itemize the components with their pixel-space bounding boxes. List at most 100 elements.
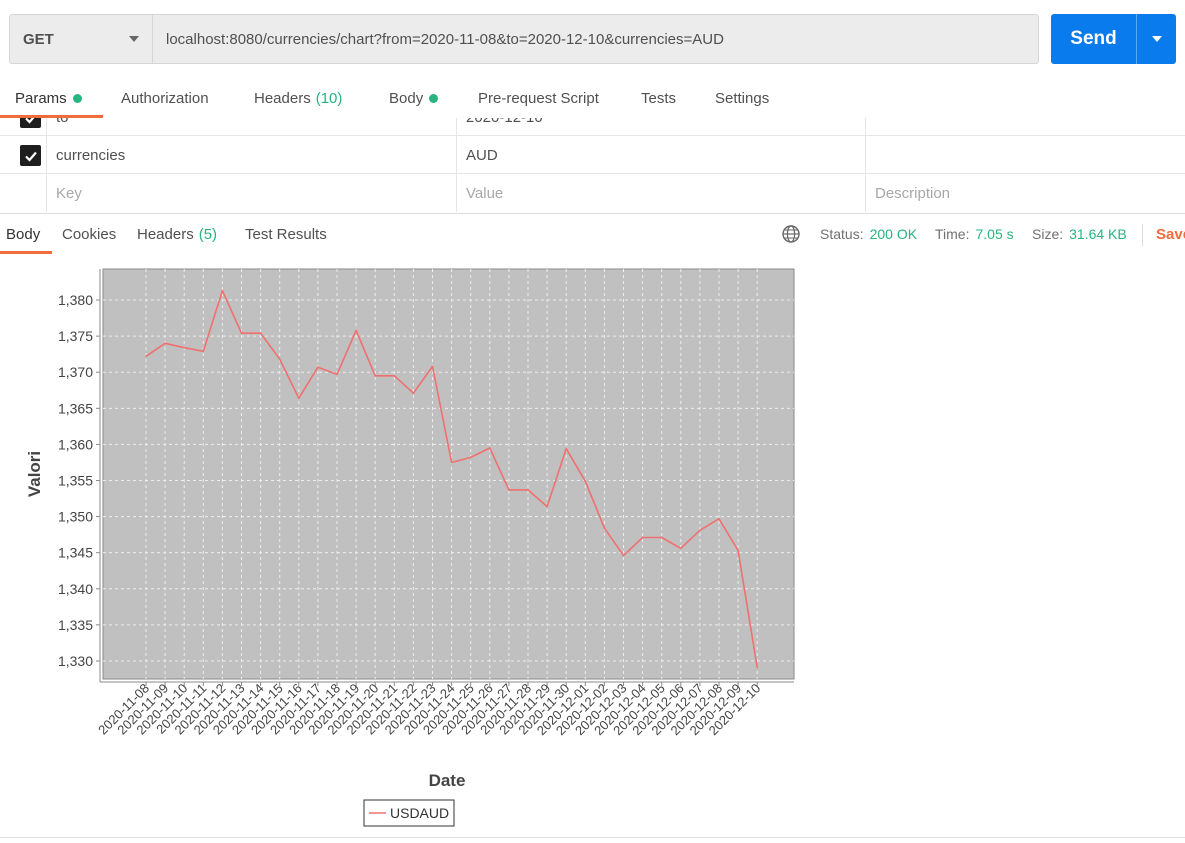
tab-authorization-label: Authorization — [121, 89, 209, 107]
y-tick-label: 1,355 — [58, 472, 93, 488]
data-point — [622, 554, 625, 557]
data-point — [756, 666, 758, 669]
data-point — [431, 365, 434, 368]
data-point — [546, 505, 548, 508]
data-point — [489, 447, 491, 449]
y-tick-label: 1,365 — [58, 400, 93, 416]
request-tabs: Params Authorization Headers (10) Body P… — [0, 78, 1185, 118]
param-description[interactable] — [865, 136, 1185, 174]
value-input[interactable]: Value — [456, 174, 865, 212]
data-point — [145, 355, 147, 358]
param-value[interactable]: AUD — [456, 136, 865, 174]
tab-prerequest-script[interactable]: Pre-request Script — [478, 78, 599, 118]
data-point — [603, 527, 606, 529]
param-checkbox[interactable] — [20, 118, 41, 128]
legend: USDAUD — [363, 799, 455, 827]
size-label: Size: — [1032, 226, 1064, 242]
send-button[interactable]: Send — [1051, 14, 1137, 64]
table-row: to 2020-12-10 — [0, 118, 1185, 136]
response-tab-test-results[interactable]: Test Results — [245, 215, 327, 253]
tab-settings[interactable]: Settings — [715, 78, 769, 118]
data-point — [259, 332, 262, 335]
data-point — [508, 489, 510, 491]
data-point — [660, 536, 663, 539]
chevron-down-icon — [1151, 36, 1162, 42]
tab-authorization[interactable]: Authorization — [121, 78, 209, 118]
tab-headers-count: (10) — [315, 89, 343, 107]
method-select[interactable]: GET — [10, 15, 153, 63]
divider — [1142, 224, 1143, 246]
active-tab-indicator — [0, 251, 52, 254]
y-tick-label: 1,380 — [58, 292, 93, 308]
data-point — [221, 289, 224, 292]
x-axis-label: Date — [429, 771, 466, 790]
y-axis-ticks: 1,330 1,335 1,340 1,345 1,350 1,355 1,360 1,365… — [58, 292, 100, 669]
y-tick-label: 1,360 — [58, 436, 93, 452]
data-point — [469, 456, 472, 459]
active-dot-icon — [429, 93, 439, 103]
legend-label: USDAUD — [390, 805, 449, 821]
divider — [0, 837, 1185, 838]
data-point — [183, 346, 185, 349]
size-info: Size: 31.64 KB — [1032, 215, 1127, 253]
time-value: 7.05 s — [975, 226, 1014, 242]
y-tick-label: 1,370 — [58, 364, 93, 380]
response-tab-test-results-label: Test Results — [245, 225, 327, 243]
y-tick-label: 1,375 — [58, 328, 93, 344]
y-tick-label: 1,340 — [58, 581, 93, 597]
table-row-new: Key Value Description — [0, 174, 1185, 212]
data-point — [317, 366, 319, 368]
response-chart: 1,330 1,335 1,340 1,345 1,350 1,355 1,360 1,365… — [0, 255, 800, 835]
key-input[interactable]: Key — [46, 174, 456, 212]
data-point — [641, 536, 644, 539]
response-tab-cookies-label: Cookies — [62, 225, 117, 243]
tab-headers[interactable]: Headers (10) — [254, 78, 342, 118]
param-key[interactable]: to — [46, 118, 456, 136]
data-point — [699, 529, 701, 532]
tab-settings-label: Settings — [715, 89, 770, 107]
data-point — [450, 461, 453, 464]
tab-tests[interactable]: Tests — [641, 78, 676, 118]
data-point — [164, 342, 166, 345]
time-label: Time: — [935, 226, 970, 242]
send-options-button[interactable] — [1137, 14, 1176, 64]
tab-params[interactable]: Params — [15, 78, 82, 118]
table-row: currencies AUD — [0, 136, 1185, 174]
params-table: to 2020-12-10 currencies AUD Key Value D… — [0, 118, 1185, 214]
data-point — [240, 332, 243, 335]
request-bar: GET — [9, 14, 1039, 64]
response-bar: Body Cookies Headers (5) Test Results St… — [0, 215, 1185, 255]
response-tab-body-label: Body — [6, 225, 41, 243]
data-point — [298, 397, 300, 400]
data-point — [527, 489, 529, 491]
data-point — [393, 375, 396, 377]
response-tab-cookies[interactable]: Cookies — [62, 215, 116, 253]
status-label: Status: — [820, 226, 864, 242]
plot-area — [102, 268, 795, 680]
url-input[interactable] — [153, 15, 1038, 63]
response-tab-body[interactable]: Body — [6, 215, 40, 253]
data-point — [336, 373, 338, 376]
param-description[interactable] — [865, 118, 1185, 136]
param-checkbox[interactable] — [20, 145, 41, 166]
globe-icon[interactable] — [781, 224, 801, 244]
status-info: Status: 200 OK — [820, 215, 917, 253]
save-response-button[interactable]: Save — [1156, 215, 1185, 253]
tab-prerequest-label: Pre-request Script — [478, 89, 599, 107]
param-key[interactable]: currencies — [46, 136, 456, 174]
data-point — [737, 549, 739, 552]
active-dot-icon — [72, 93, 82, 103]
param-value[interactable]: 2020-12-10 — [456, 118, 865, 136]
data-point — [565, 447, 567, 450]
response-tab-headers[interactable]: Headers (5) — [137, 215, 217, 253]
data-point — [718, 517, 720, 520]
description-input[interactable]: Description — [865, 174, 1185, 212]
response-tab-headers-count: (5) — [198, 225, 218, 243]
y-tick-label: 1,335 — [58, 617, 93, 633]
response-tab-headers-label: Headers — [137, 225, 194, 243]
y-axis-label: Valori — [25, 451, 44, 497]
tab-body[interactable]: Body — [389, 78, 439, 118]
check-icon — [24, 151, 37, 162]
tab-params-label: Params — [15, 89, 67, 107]
data-point — [278, 358, 281, 361]
